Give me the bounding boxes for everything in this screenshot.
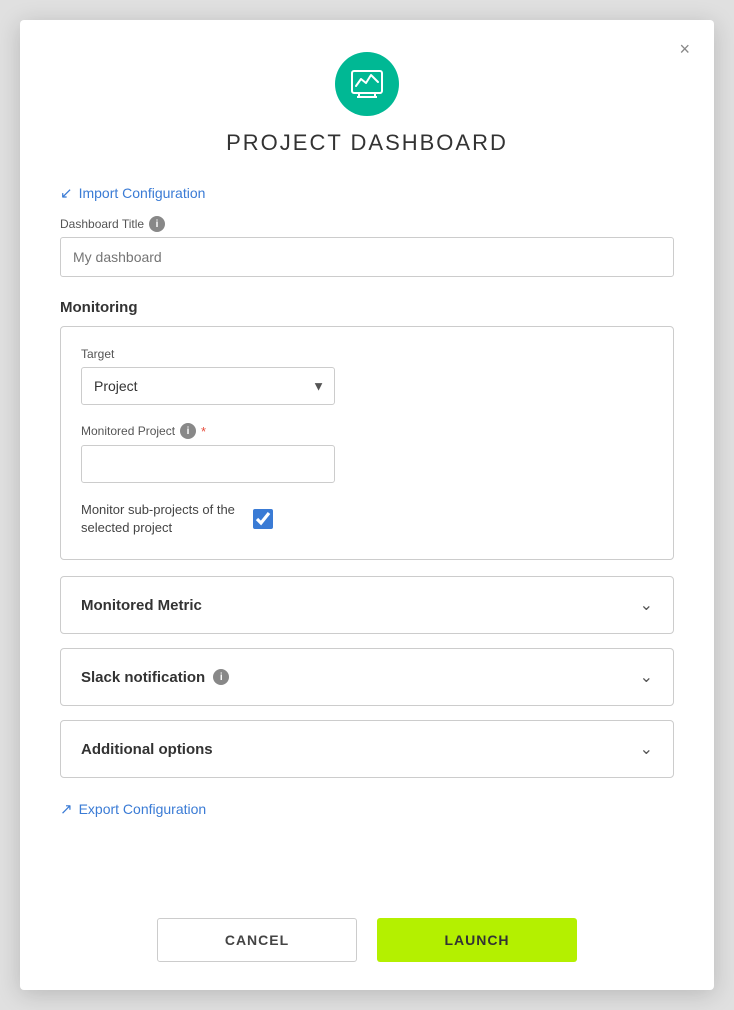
monitored-project-info-icon[interactable]: i <box>180 423 196 439</box>
monitored-project-input[interactable] <box>81 445 335 483</box>
monitored-project-label: Monitored Project i * <box>81 423 653 439</box>
modal-container: × PROJECT DASHBOARD ↙ Import Configurati… <box>20 20 714 990</box>
monitored-metric-section[interactable]: Monitored Metric ⌄ <box>60 576 674 634</box>
import-icon: ↙ <box>60 184 73 202</box>
dashboard-title-label: Dashboard Title i <box>60 216 674 232</box>
monitoring-section-label: Monitoring <box>60 299 674 316</box>
import-config-link[interactable]: ↙ Import Configuration <box>60 184 205 202</box>
cancel-button[interactable]: CANCEL <box>157 918 357 962</box>
subproject-checkbox-label: Monitor sub-projects of the selected pro… <box>81 501 241 537</box>
target-select-wrapper: Project Environment Build ▼ <box>81 367 335 405</box>
slack-notification-section[interactable]: Slack notification i ⌄ <box>60 648 674 706</box>
dashboard-title-field-group: Dashboard Title i <box>60 216 674 277</box>
monitored-metric-title: Monitored Metric <box>81 597 202 614</box>
additional-options-section[interactable]: Additional options ⌄ <box>60 720 674 778</box>
export-config-label: Export Configuration <box>79 801 207 817</box>
additional-options-chevron-icon: ⌄ <box>640 739 653 759</box>
target-select[interactable]: Project Environment Build <box>81 367 335 405</box>
slack-notification-info-icon[interactable]: i <box>213 669 229 685</box>
slack-notification-title: Slack notification i <box>81 669 229 686</box>
import-config-label: Import Configuration <box>79 185 206 201</box>
monitored-metric-chevron-icon: ⌄ <box>640 595 653 615</box>
required-star: * <box>201 424 206 439</box>
launch-button[interactable]: LAUNCH <box>377 918 577 962</box>
subproject-checkbox-row: Monitor sub-projects of the selected pro… <box>81 501 653 537</box>
page-title: PROJECT DASHBOARD <box>226 130 508 156</box>
export-icon: ↗ <box>60 800 73 818</box>
dashboard-title-input[interactable] <box>60 237 674 277</box>
dashboard-title-info-icon[interactable]: i <box>149 216 165 232</box>
subproject-checkbox[interactable] <box>253 509 273 529</box>
close-button[interactable]: × <box>675 36 694 62</box>
slack-notification-chevron-icon: ⌄ <box>640 667 653 687</box>
modal-header: PROJECT DASHBOARD <box>60 52 674 156</box>
monitoring-box: Target Project Environment Build ▼ Monit… <box>60 326 674 560</box>
footer-buttons: CANCEL LAUNCH <box>60 918 674 962</box>
target-label: Target <box>81 347 653 361</box>
export-config-link[interactable]: ↗ Export Configuration <box>60 800 206 818</box>
additional-options-title: Additional options <box>81 741 213 758</box>
logo-icon <box>335 52 399 116</box>
